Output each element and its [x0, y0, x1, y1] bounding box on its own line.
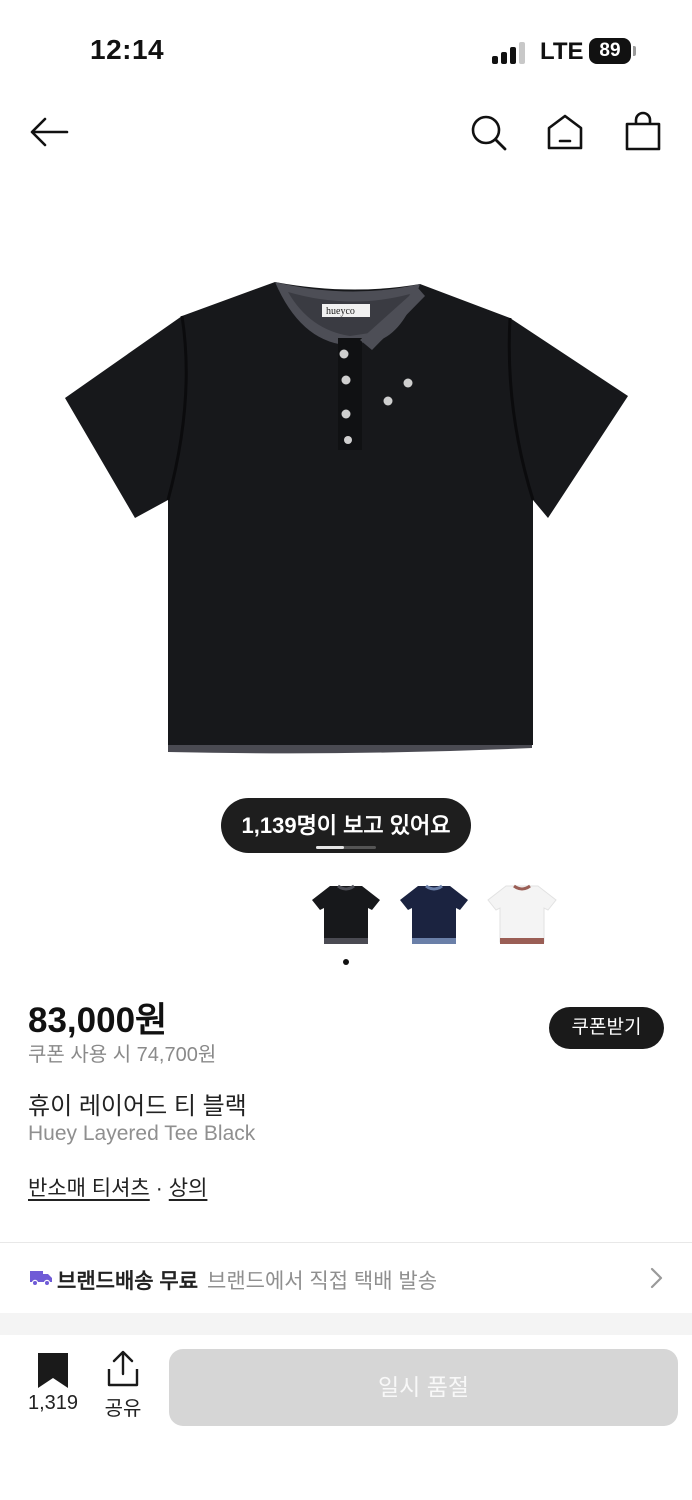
network-label: LTE — [540, 38, 584, 65]
shipping-free-label: 브랜드배송 무료 — [57, 1270, 199, 1293]
thumbnail-white[interactable] — [486, 878, 558, 950]
signal-icon — [492, 40, 528, 64]
image-progress-fill — [316, 846, 344, 849]
category-separator: · — [155, 1177, 163, 1200]
battery-icon: 89 — [589, 38, 631, 64]
viewers-badge: 1,139명이 보고 있어요 — [221, 798, 471, 853]
truck-icon — [30, 1269, 52, 1287]
share-label: 공유 — [104, 1398, 142, 1420]
product-name-en: Huey Layered Tee Black — [28, 1122, 256, 1145]
product-name-ko: 휴이 레이어드 티 블랙 — [28, 1093, 247, 1120]
status-time: 12:14 — [90, 34, 165, 65]
bookmark-icon[interactable] — [37, 1353, 69, 1389]
category-breadcrumb: 반소매 티셔츠 · 상의 — [28, 1172, 207, 1202]
soldout-button[interactable]: 일시 품절 — [169, 1349, 678, 1426]
back-arrow-icon[interactable] — [27, 110, 71, 154]
thumbnail-black[interactable] — [310, 878, 382, 950]
section-spacer — [0, 1313, 692, 1335]
battery-tip — [633, 46, 636, 56]
shipping-info-row[interactable]: 브랜드배송 무료 브랜드에서 직접 택배 발송 — [0, 1243, 692, 1313]
status-bar: 12:14 LTE 89 — [0, 0, 692, 100]
product-image[interactable]: hueyco — [0, 200, 692, 840]
share-icon[interactable] — [106, 1350, 140, 1388]
category-link-tshirts[interactable]: 반소매 티셔츠 — [28, 1177, 150, 1200]
shipping-description: 브랜드에서 직접 택배 발송 — [207, 1270, 438, 1293]
get-coupon-button[interactable]: 쿠폰받기 — [549, 1007, 664, 1049]
thumbnail-navy[interactable] — [398, 878, 470, 950]
shopping-bag-icon[interactable] — [621, 110, 665, 154]
chevron-right-icon — [648, 1265, 666, 1291]
home-icon[interactable] — [543, 110, 587, 154]
product-price: 83,000원 — [28, 1001, 168, 1040]
coupon-price: 쿠폰 사용 시 74,700원 — [28, 1044, 217, 1066]
bookmark-count: 1,319 — [27, 1392, 79, 1414]
svg-text:hueyco: hueyco — [326, 306, 355, 317]
thumbnail-indicator — [343, 959, 349, 965]
category-link-tops[interactable]: 상의 — [169, 1177, 208, 1200]
search-icon[interactable] — [466, 110, 510, 154]
